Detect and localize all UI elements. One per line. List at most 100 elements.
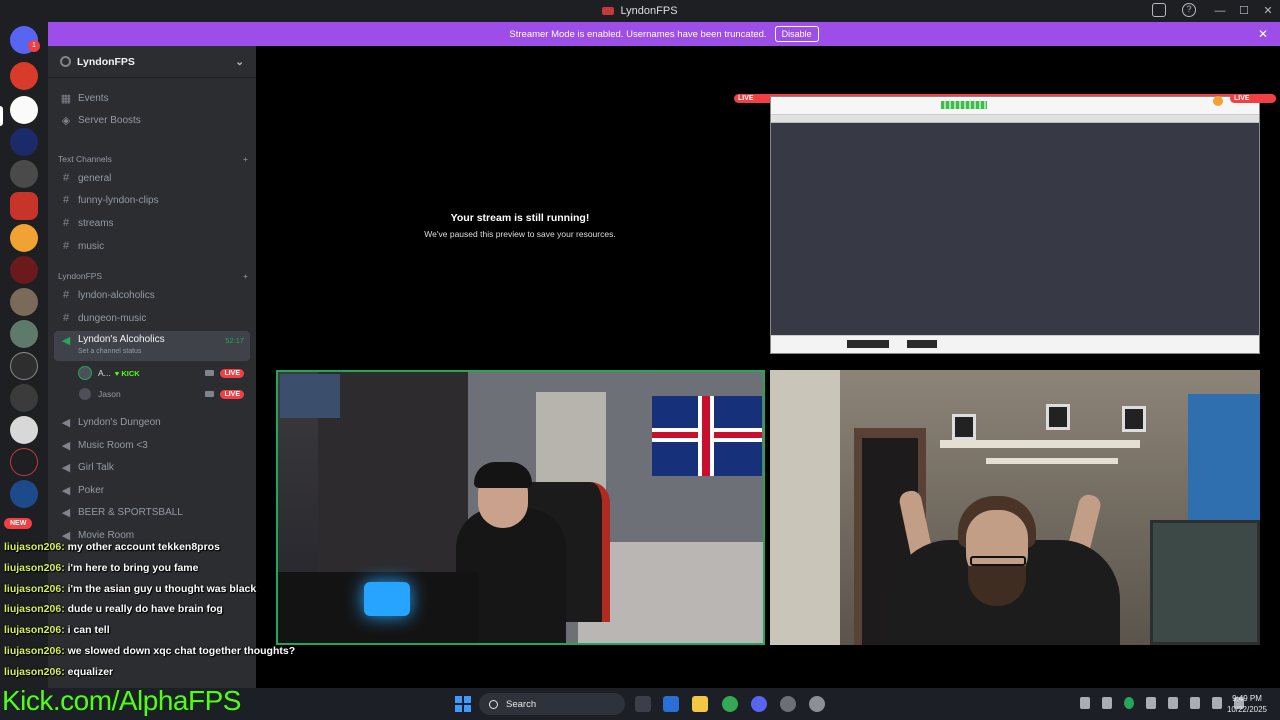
avatar	[78, 366, 92, 380]
server-icon[interactable]	[10, 224, 38, 252]
shelf	[940, 440, 1140, 448]
lyndonfps-category[interactable]: LyndonFPS +	[58, 271, 248, 281]
kick-chat-overlay: liujason206: my other account tekken8pro…	[4, 541, 324, 687]
chat-username: liujason206:	[4, 665, 65, 678]
calendar-icon: ▦	[60, 92, 72, 105]
store-icon[interactable]	[663, 696, 679, 712]
channel-funny-lyndon-clips[interactable]: # funny-lyndon-clips	[54, 190, 250, 210]
channel-music[interactable]: # music	[54, 236, 250, 256]
voice-channel[interactable]: ◀ BEER & SPORTSBALL	[54, 502, 250, 522]
streamer-avatar	[1213, 96, 1223, 106]
voice-channel-label: Poker	[78, 484, 105, 496]
server-header[interactable]: LyndonFPS ⌄	[48, 46, 256, 78]
voice-channel-lyndons-alcoholics[interactable]: ◀ Lyndon's Alcoholics Set a channel stat…	[54, 331, 250, 361]
chat-message: liujason206: i can tell	[4, 624, 324, 645]
server-icon[interactable]	[10, 352, 38, 380]
wifi-icon[interactable]	[1190, 697, 1200, 709]
windows-start-icon[interactable]	[455, 696, 471, 712]
server-icon[interactable]	[10, 288, 38, 316]
server-icon[interactable]	[10, 96, 38, 124]
server-boosts-item[interactable]: ◈ Server Boosts	[54, 110, 250, 130]
voice-user[interactable]: A... ♥ KICK LIVE	[78, 364, 248, 382]
call-timer: 52:17	[225, 336, 244, 345]
chat-text: i'm here to bring you fame	[67, 561, 199, 574]
taskbar-search[interactable]: Search	[479, 693, 625, 715]
server-icon[interactable]	[10, 416, 38, 444]
voice-channel[interactable]: ◀ Music Room <3	[54, 435, 250, 455]
screen-share-tile[interactable]	[770, 96, 1260, 354]
volume-icon[interactable]	[1212, 697, 1222, 709]
voice-user[interactable]: Jason LIVE	[78, 385, 248, 403]
chat-text: we slowed down xqc chat together thought…	[67, 644, 296, 657]
category-label: LyndonFPS	[58, 271, 103, 281]
chrome-icon[interactable]	[722, 696, 738, 712]
chat-message: liujason206: i'm the asian guy u thought…	[4, 583, 324, 604]
server-icon[interactable]	[10, 320, 38, 348]
poster	[280, 374, 340, 418]
voice-channel[interactable]: ◀ Lyndon's Dungeon	[54, 412, 250, 432]
task-view-icon[interactable]	[635, 696, 651, 712]
hashtag-icon: #	[62, 240, 70, 252]
chevron-down-icon[interactable]: ⌄	[235, 56, 244, 68]
settings-icon[interactable]	[809, 696, 825, 712]
chat-text: equalizer	[67, 665, 114, 678]
chat-username: liujason206:	[4, 644, 65, 657]
server-icon[interactable]	[10, 448, 38, 476]
add-channel-icon[interactable]: +	[243, 154, 248, 164]
kick-label: KICK	[121, 368, 140, 378]
inbox-icon[interactable]	[1152, 3, 1166, 17]
channel-lyndon-alcoholics[interactable]: # lyndon-alcoholics	[54, 285, 250, 305]
server-icon[interactable]	[10, 160, 38, 188]
text-channels-category[interactable]: Text Channels +	[58, 154, 248, 164]
window-title: LyndonFPS	[620, 5, 678, 17]
minimize-button[interactable]: —	[1208, 0, 1232, 22]
channel-dungeon-music[interactable]: # dungeon-music	[54, 308, 250, 328]
server-icon[interactable]	[10, 256, 38, 284]
help-icon[interactable]: ?	[1182, 3, 1196, 17]
voice-channel[interactable]: ◀ Poker	[54, 480, 250, 500]
voice-channel[interactable]: ◀ Girl Talk	[54, 457, 250, 477]
close-window-button[interactable]: ✕	[1256, 0, 1280, 22]
server-icon[interactable]	[10, 384, 38, 412]
server-icon[interactable]	[10, 480, 38, 508]
shelf	[986, 458, 1118, 464]
camera-tile[interactable]	[770, 370, 1260, 645]
disable-streamer-mode-button[interactable]: Disable	[774, 26, 819, 42]
clock-date: 10/22/2025	[1226, 705, 1268, 714]
hashtag-icon: #	[62, 312, 70, 324]
voice-channel-label: Lyndon's Dungeon	[78, 416, 161, 428]
events-item[interactable]: ▦ Events	[54, 88, 250, 108]
clock-time: 9:49 PM	[1232, 694, 1262, 703]
sync-icon[interactable]	[1102, 697, 1112, 709]
taskbar-clock[interactable]: 9:49 PM 10/22/2025	[1222, 693, 1272, 715]
app-icon[interactable]	[780, 696, 796, 712]
mute-icon[interactable]	[1146, 697, 1156, 709]
chat-message: liujason206: equalizer	[4, 666, 324, 687]
events-label: Events	[78, 92, 109, 104]
server-icon[interactable]	[10, 62, 38, 90]
channel-streams[interactable]: # streams	[54, 213, 250, 233]
camera-tile-speaking[interactable]	[276, 370, 765, 645]
chat-text: my other account tekken8pros	[67, 541, 220, 553]
add-channel-icon[interactable]: +	[243, 271, 248, 281]
channel-general[interactable]: # general	[54, 168, 250, 188]
microphone-icon[interactable]	[1168, 697, 1178, 709]
channel-status[interactable]: Set a channel status	[78, 348, 141, 355]
server-icon[interactable]	[10, 192, 38, 220]
discord-icon[interactable]	[751, 696, 767, 712]
voice-channel-label: Girl Talk	[78, 461, 114, 473]
chevron-up-icon[interactable]	[1080, 697, 1090, 709]
file-explorer-icon[interactable]	[692, 696, 708, 712]
speaker-icon: ◀	[61, 529, 71, 542]
paused-subtitle: We've paused this preview to save your r…	[424, 229, 616, 239]
status-icon[interactable]	[1124, 697, 1134, 709]
person-cap	[474, 462, 532, 488]
server-icon[interactable]	[10, 128, 38, 156]
speaker-icon: ◀	[61, 439, 71, 452]
app-icon	[602, 7, 615, 15]
channel-label: general	[78, 172, 112, 184]
channel-label: dungeon-music	[78, 312, 147, 324]
close-banner-icon[interactable]: ✕	[1258, 27, 1268, 41]
maximize-button[interactable]: ☐	[1232, 0, 1256, 22]
camera-icon	[205, 391, 214, 397]
